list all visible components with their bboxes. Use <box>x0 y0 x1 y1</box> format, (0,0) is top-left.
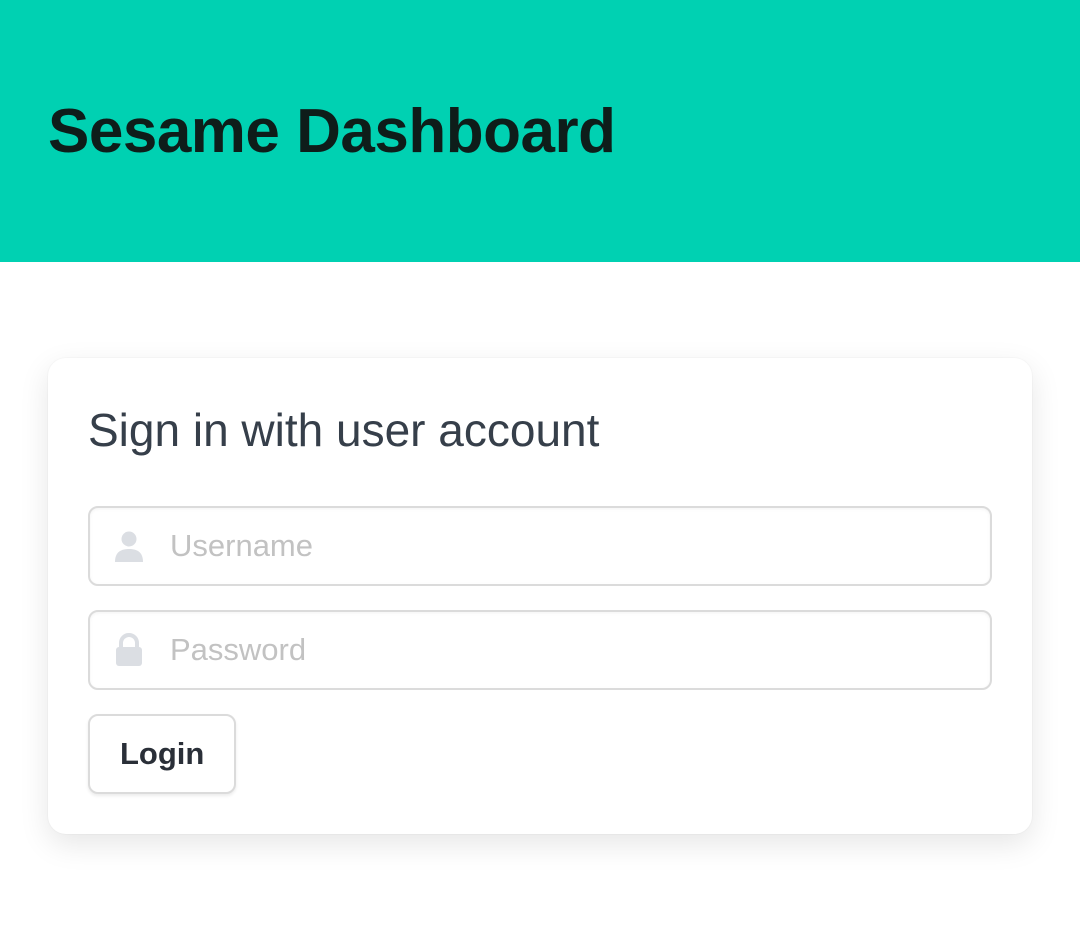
password-field[interactable] <box>88 610 992 690</box>
login-button[interactable]: Login <box>88 714 237 794</box>
lock-icon <box>112 633 146 667</box>
header-banner: Sesame Dashboard <box>0 0 1080 262</box>
username-field[interactable] <box>88 506 992 586</box>
login-card-title: Sign in with user account <box>88 404 600 456</box>
login-card: Sign in with user account Login <box>48 358 1032 834</box>
username-input[interactable] <box>170 508 970 584</box>
user-icon <box>112 529 146 563</box>
page-title: Sesame Dashboard <box>48 97 616 166</box>
password-input[interactable] <box>170 612 970 688</box>
